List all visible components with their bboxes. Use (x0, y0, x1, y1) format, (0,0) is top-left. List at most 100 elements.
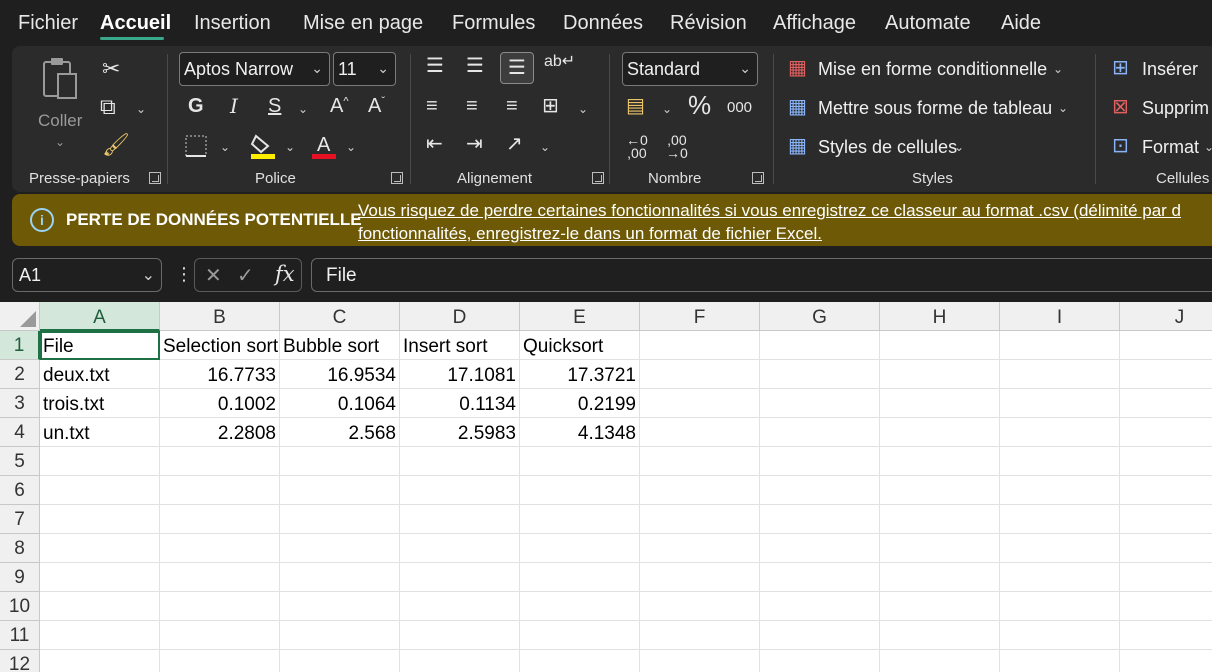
number-launcher-icon[interactable] (752, 172, 764, 184)
name-box[interactable]: A1 ⌄ (12, 258, 162, 292)
merge-center-icon[interactable]: ⊞ (542, 96, 559, 116)
row-header[interactable]: 12 (0, 650, 40, 672)
font-name-select[interactable]: Aptos Narrow ⌄ (179, 52, 330, 86)
wrap-text-icon[interactable]: ab↵ (544, 54, 575, 70)
table-cell[interactable] (880, 331, 1000, 360)
table-cell[interactable]: 2.2808 (160, 418, 280, 447)
copy-icon[interactable]: ⧉ (100, 96, 116, 118)
font-size-select[interactable]: 11 ⌄ (333, 52, 396, 86)
table-cell[interactable] (400, 534, 520, 563)
table-cell[interactable] (1120, 418, 1212, 447)
table-cell[interactable] (520, 621, 640, 650)
insert-cells-icon[interactable]: ⊞ (1112, 58, 1129, 78)
accounting-chevron-icon[interactable]: ⌄ (662, 102, 672, 116)
conditional-formatting-button[interactable]: Mise en forme conditionnelle (818, 59, 1047, 80)
table-cell[interactable] (1000, 476, 1120, 505)
table-cell[interactable] (880, 476, 1000, 505)
table-cell[interactable] (880, 505, 1000, 534)
table-cell[interactable] (880, 360, 1000, 389)
format-painter-icon[interactable]: 🖌 (102, 134, 130, 156)
alignment-launcher-icon[interactable] (592, 172, 604, 184)
copy-chevron-icon[interactable]: ⌄ (136, 102, 146, 116)
table-cell[interactable] (520, 447, 640, 476)
table-cell[interactable] (640, 563, 760, 592)
increase-font-icon[interactable]: A^ (330, 96, 349, 116)
table-cell[interactable] (400, 592, 520, 621)
row-header[interactable]: 3 (0, 389, 40, 418)
column-header[interactable]: B (160, 302, 280, 331)
table-cell[interactable] (1000, 563, 1120, 592)
table-cell[interactable] (640, 389, 760, 418)
table-cell[interactable] (760, 505, 880, 534)
cut-icon[interactable]: ✂ (102, 58, 120, 80)
enter-icon[interactable]: ✓ (237, 263, 254, 288)
table-cell[interactable] (280, 534, 400, 563)
table-cell[interactable] (760, 360, 880, 389)
orientation-icon[interactable]: ↗ (506, 134, 523, 154)
table-cell[interactable] (1000, 650, 1120, 672)
format-as-table-icon[interactable]: ▦ (788, 97, 807, 117)
warning-message-link[interactable]: Vous risquez de perdre certaines fonctio… (358, 199, 1212, 245)
column-header[interactable]: A (40, 302, 160, 331)
row-header[interactable]: 8 (0, 534, 40, 563)
table-cell[interactable] (880, 534, 1000, 563)
table-cell[interactable] (1120, 505, 1212, 534)
menu-insertion[interactable]: Insertion (194, 12, 271, 35)
table-cell[interactable] (1120, 360, 1212, 389)
table-cell[interactable] (760, 331, 880, 360)
row-header[interactable]: 5 (0, 447, 40, 476)
table-cell[interactable] (1120, 650, 1212, 672)
table-cell[interactable] (40, 505, 160, 534)
delete-cells-icon[interactable]: ⊠ (1112, 97, 1129, 117)
column-header[interactable]: H (880, 302, 1000, 331)
table-cell[interactable] (280, 476, 400, 505)
row-header[interactable]: 9 (0, 563, 40, 592)
insert-cells-button[interactable]: Insérer (1142, 59, 1198, 80)
table-cell[interactable] (400, 447, 520, 476)
table-cell[interactable] (1120, 331, 1212, 360)
table-cell[interactable]: Bubble sort (280, 331, 400, 360)
decrease-decimal-icon[interactable]: ,00 →0 (666, 133, 688, 160)
table-cell[interactable]: 16.7733 (160, 360, 280, 389)
table-cell[interactable]: Selection sort (160, 331, 280, 360)
align-right-icon[interactable]: ≡ (506, 96, 518, 116)
table-cell[interactable] (280, 621, 400, 650)
paste-icon[interactable] (38, 56, 84, 106)
table-cell[interactable] (1000, 389, 1120, 418)
align-center-icon[interactable]: ≡ (466, 96, 478, 116)
table-cell[interactable] (40, 476, 160, 505)
column-header[interactable]: G (760, 302, 880, 331)
decrease-font-icon[interactable]: Aˇ (368, 96, 385, 116)
borders-chevron-icon[interactable]: ⌄ (220, 140, 230, 154)
table-cell[interactable] (640, 360, 760, 389)
table-cell[interactable] (160, 563, 280, 592)
align-left-icon[interactable]: ≡ (426, 96, 438, 116)
table-cell[interactable] (1120, 592, 1212, 621)
table-cell[interactable] (760, 534, 880, 563)
table-cell[interactable] (1120, 534, 1212, 563)
format-cells-icon[interactable]: ⊡ (1112, 136, 1129, 156)
column-header[interactable]: F (640, 302, 760, 331)
table-cell[interactable]: 17.1081 (400, 360, 520, 389)
menu-revision[interactable]: Révision (670, 12, 747, 35)
table-cell[interactable] (280, 505, 400, 534)
underline-chevron-icon[interactable]: ⌄ (298, 102, 308, 116)
row-header[interactable]: 10 (0, 592, 40, 621)
table-cell[interactable] (640, 534, 760, 563)
align-middle-icon[interactable]: ☰ (466, 56, 484, 76)
table-cell[interactable] (640, 592, 760, 621)
table-cell[interactable] (40, 447, 160, 476)
table-cell[interactable]: 0.2199 (520, 389, 640, 418)
paste-chevron-icon[interactable]: ⌄ (55, 136, 65, 148)
table-cell[interactable] (640, 621, 760, 650)
table-cell[interactable] (520, 592, 640, 621)
table-cell[interactable] (760, 389, 880, 418)
underline-button[interactable]: S (268, 96, 281, 116)
table-cell[interactable]: Quicksort (520, 331, 640, 360)
table-cell[interactable] (640, 650, 760, 672)
table-cell[interactable]: 4.1348 (520, 418, 640, 447)
cell-styles-button[interactable]: Styles de cellules (818, 137, 957, 158)
table-cell[interactable] (760, 418, 880, 447)
table-cell[interactable] (1000, 447, 1120, 476)
row-header[interactable]: 2 (0, 360, 40, 389)
